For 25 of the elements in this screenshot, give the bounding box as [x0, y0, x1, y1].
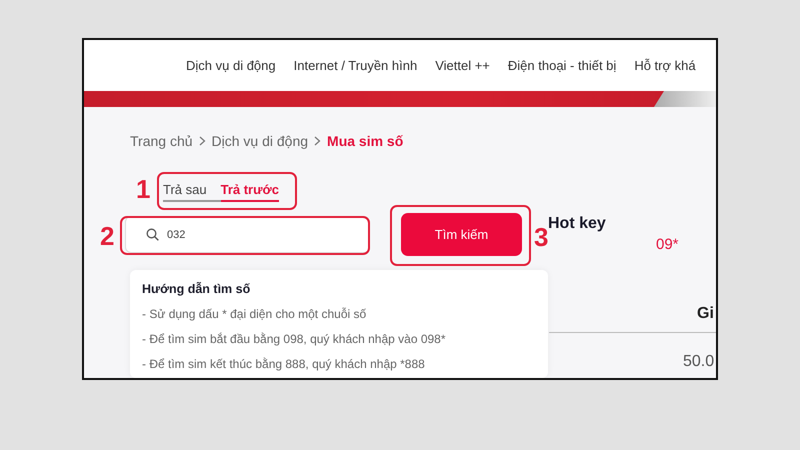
step-number: 2 — [100, 223, 114, 249]
hint-text: - Sử dụng dấu * đại diện cho một chuỗi số — [142, 307, 368, 321]
hint-text: - Để tìm sim bắt đầu bằng 098, quý khách nhập vào 098* — [142, 332, 447, 346]
table-cell: 50.0 — [683, 353, 714, 371]
panel-title: Hướng dẫn tìm số — [142, 282, 252, 296]
breadcrumb-current[interactable]: Mua sim số — [327, 133, 404, 149]
section-title: Hot key — [548, 215, 607, 233]
column-header: Gi — [697, 305, 714, 322]
breadcrumb-link[interactable]: Dịch vụ di động — [212, 133, 308, 149]
breadcrumb-link[interactable]: Trang chủ — [130, 133, 193, 149]
nav-link[interactable]: Hỗ trợ khá — [634, 58, 696, 73]
hint-text: - Để tìm sim kết thúc bằng 888, quý khách nhập *888 — [142, 357, 426, 371]
nav-link[interactable]: Điện thoại - thiết bị — [508, 58, 616, 73]
nav-link[interactable]: Viettel ++ — [435, 58, 490, 73]
hot-key-link[interactable]: 09* — [656, 236, 679, 253]
nav-link[interactable]: Internet / Truyền hình — [294, 58, 418, 73]
tab[interactable]: Trả trước — [220, 182, 279, 202]
chevron-icon — [314, 136, 322, 146]
tab[interactable]: Trả sau — [163, 182, 221, 202]
step-number: 1 — [136, 176, 150, 202]
nav-link[interactable]: Dịch vụ di động — [186, 58, 276, 73]
search-field[interactable]: 032 — [125, 216, 370, 253]
step-number: 3 — [534, 224, 548, 250]
chevron-icon — [198, 136, 206, 146]
search-button[interactable]: Tìm kiếm — [401, 213, 522, 256]
